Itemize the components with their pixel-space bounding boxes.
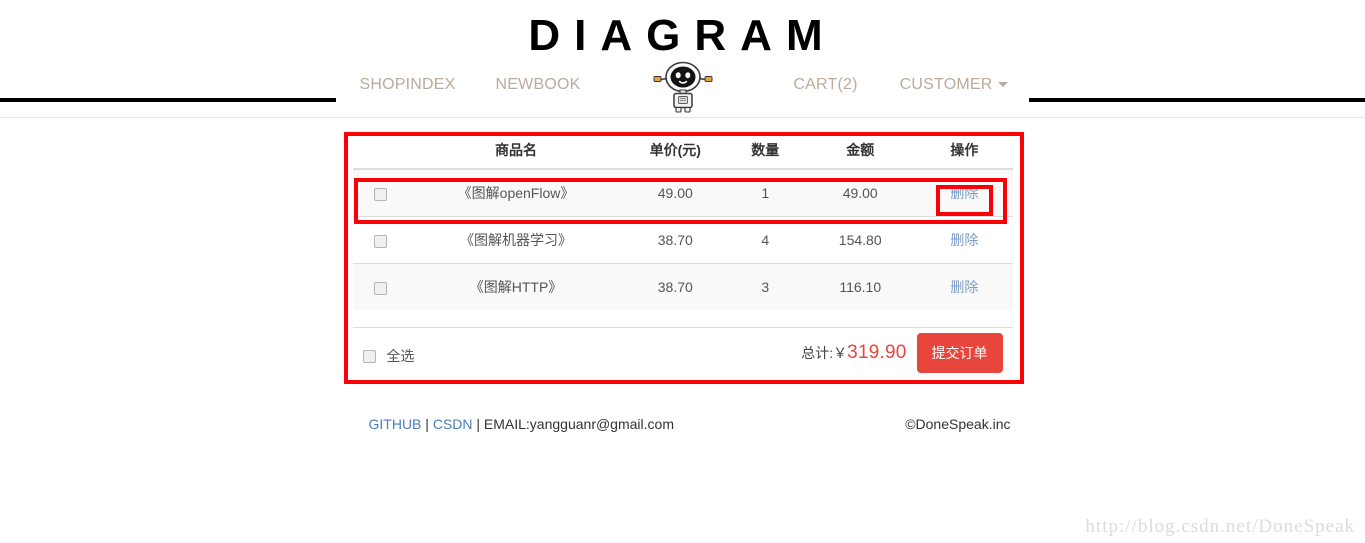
table-row: 《图解机器学习》 38.70 4 154.80 删除: [352, 216, 1013, 264]
row-product-name: 《图解openFlow》: [407, 168, 625, 217]
nav-customer-dropdown[interactable]: CUSTOMER: [900, 76, 1008, 94]
row-quantity: 4: [726, 216, 805, 264]
sidebar-item-newbook[interactable]: NEWBOOK: [496, 76, 581, 94]
navbar-right-links: CART(2) CUSTOMER: [793, 76, 1008, 94]
total-label: 总计:￥: [801, 345, 848, 361]
footer-separator-2: |: [472, 416, 484, 432]
row-checkbox-cell: [352, 216, 408, 264]
github-link[interactable]: GITHUB: [369, 416, 422, 432]
robot-logo-icon[interactable]: [652, 59, 714, 115]
sidebar-item-shopindex[interactable]: SHOPINDEX: [360, 76, 456, 94]
column-header-amount: 金额: [804, 132, 917, 170]
select-all-checkbox[interactable]: [362, 349, 376, 363]
footer-links: GITHUB | CSDN | EMAIL:yangguanr@gmail.co…: [369, 416, 674, 432]
delete-link[interactable]: 删除: [950, 279, 978, 295]
row-amount: 154.80: [804, 216, 917, 264]
row-action-cell: 删除: [916, 263, 1013, 310]
select-all-label: 全选: [386, 348, 415, 364]
row-action-cell: 删除: [916, 168, 1013, 217]
cart-total: 总计:￥319.90: [801, 342, 906, 364]
row-action-cell: 删除: [916, 216, 1013, 264]
nav-cart-link[interactable]: CART(2): [793, 76, 857, 94]
table-row: 《图解openFlow》 49.00 1 49.00 删除: [352, 168, 1013, 217]
row-amount: 49.00: [804, 168, 917, 217]
row-unit-price: 49.00: [624, 168, 727, 217]
total-amount: 319.90: [847, 342, 907, 363]
cart-table-body: 《图解openFlow》 49.00 1 49.00 删除 《图解机器学习》 3…: [352, 168, 1013, 310]
column-header-price: 单价(元): [624, 132, 727, 170]
row-checkbox-cell: [352, 263, 408, 310]
column-header-action: 操作: [916, 132, 1013, 170]
navbar-inner: SHOPINDEX NEWBOOK CART(2) CUSTOMER: [338, 59, 1028, 117]
row-quantity: 1: [726, 168, 805, 217]
submit-order-button[interactable]: 提交订单: [916, 333, 1003, 373]
table-row: 《图解HTTP》 38.70 3 116.10 删除: [352, 263, 1013, 310]
cart-panel: 商品名 单价(元) 数量 金额 操作 《图解openFlow》 49.00 1 …: [352, 118, 1013, 400]
table-header-row: 商品名 单价(元) 数量 金额 操作: [352, 132, 1013, 170]
chevron-down-icon: [997, 82, 1008, 87]
watermark: http://blog.csdn.net/DoneSpeak: [1085, 516, 1355, 537]
row-checkbox[interactable]: [373, 281, 387, 295]
row-product-name: 《图解HTTP》: [407, 263, 625, 310]
delete-link[interactable]: 删除: [950, 185, 978, 201]
navbar: SHOPINDEX NEWBOOK CART(2) CUSTOMER: [0, 59, 1365, 118]
row-unit-price: 38.70: [624, 216, 727, 264]
row-checkbox-cell: [352, 168, 408, 217]
select-all-control[interactable]: 全选: [362, 346, 415, 366]
cart-table: 商品名 单价(元) 数量 金额 操作 《图解openFlow》 49.00 1 …: [352, 132, 1013, 310]
row-checkbox[interactable]: [373, 187, 387, 201]
row-product-name: 《图解机器学习》: [407, 216, 625, 264]
page-title: DIAGRAM: [528, 11, 837, 60]
column-header-select: [352, 132, 408, 170]
cart-table-head: 商品名 单价(元) 数量 金额 操作: [352, 132, 1013, 170]
cart-footer: 全选 总计:￥319.90 提交订单: [352, 327, 1013, 400]
nav-customer-label: CUSTOMER: [899, 76, 993, 93]
page-footer: GITHUB | CSDN | EMAIL:yangguanr@gmail.co…: [353, 416, 1013, 440]
footer-separator-1: |: [421, 416, 433, 432]
delete-link[interactable]: 删除: [950, 232, 978, 248]
column-header-name: 商品名: [407, 132, 625, 170]
row-quantity: 3: [726, 263, 805, 310]
navbar-left-links: SHOPINDEX NEWBOOK: [360, 76, 581, 94]
row-checkbox[interactable]: [373, 234, 387, 248]
footer-copyright: ©DoneSpeak.inc: [905, 416, 1011, 432]
footer-email-text: EMAIL:yangguanr@gmail.com: [483, 416, 674, 432]
csdn-link[interactable]: CSDN: [433, 416, 473, 432]
row-amount: 116.10: [804, 263, 917, 310]
column-header-qty: 数量: [726, 132, 805, 170]
row-unit-price: 38.70: [624, 263, 727, 310]
